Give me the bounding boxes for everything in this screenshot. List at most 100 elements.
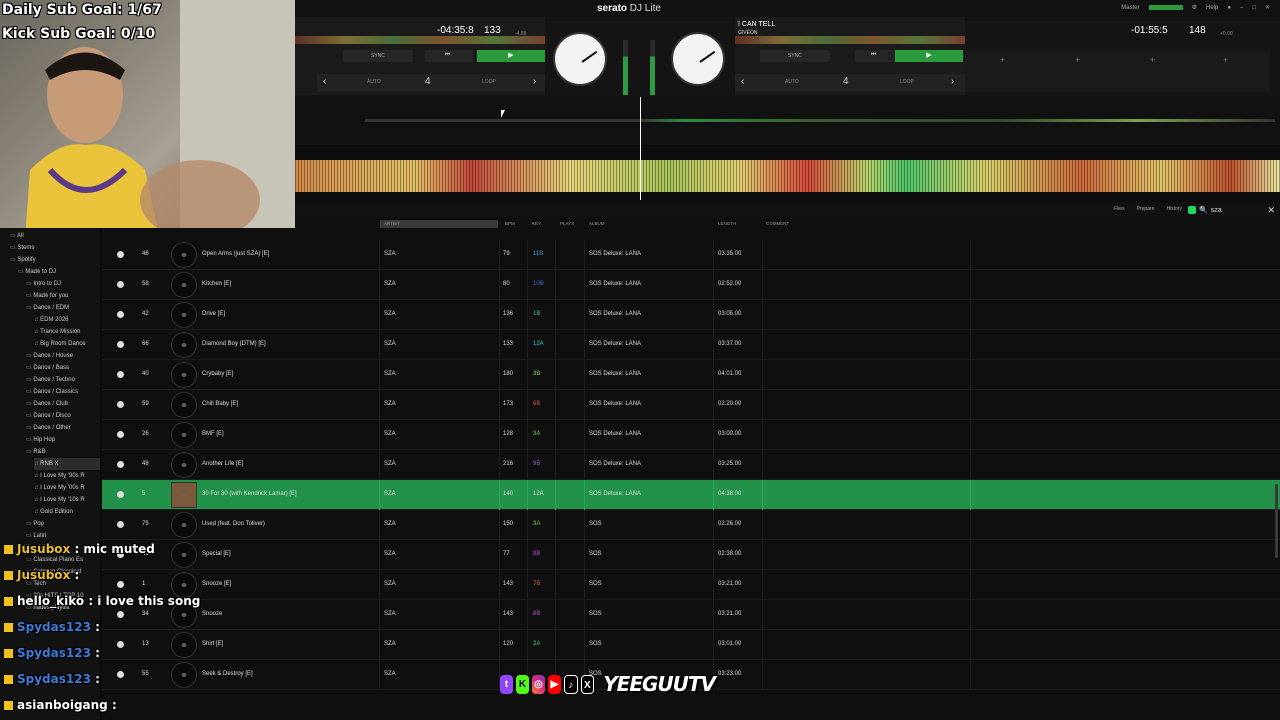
spotify-filter-icon[interactable]: [1188, 206, 1196, 214]
tab-files[interactable]: Files: [1114, 206, 1125, 212]
table-row[interactable]: 34 Snooze SZA 143 8B SOS 03:21.00: [102, 600, 1280, 630]
sidebar-item[interactable]: ▭ Spotify: [10, 254, 100, 266]
sidebar-item[interactable]: ▭ Intro to DJ: [26, 278, 100, 290]
table-row[interactable]: 58 Kitchen [E] SZA 80 10B SOS Deluxe: LANA 02:…: [102, 270, 1280, 300]
table-row[interactable]: 59 Chill Baby [E] SZA 173 6B SOS Deluxe: LANA…: [102, 390, 1280, 420]
deck-a-play-button[interactable]: ▶: [477, 50, 545, 62]
sidebar-item[interactable]: ♫ I Love My '00s R: [34, 482, 100, 494]
deck-a-cue-button[interactable]: ⏮: [425, 50, 473, 62]
settings-icon[interactable]: ⚙: [1192, 4, 1197, 11]
sidebar-item[interactable]: ♫ RNB X: [34, 458, 100, 470]
preview-icon[interactable]: [117, 401, 124, 408]
col-artist[interactable]: ARTIST: [384, 221, 400, 226]
chat-badge-icon: [4, 597, 13, 606]
col-plays[interactable]: PLAYS: [560, 221, 574, 226]
deck-a-jog-wheel[interactable]: [553, 32, 607, 86]
table-scrollbar[interactable]: [1275, 484, 1278, 558]
deck-b-loop-button[interactable]: LOOP: [900, 79, 914, 85]
preview-icon[interactable]: [117, 431, 124, 438]
sidebar-item[interactable]: ▭ Dance / House: [26, 350, 100, 362]
track-bpm: 136: [503, 311, 514, 317]
track-length: 02:52.00: [718, 281, 742, 287]
minimize-icon[interactable]: –: [1240, 5, 1243, 11]
table-row[interactable]: 1 Snooze [E] SZA 143 7B SOS 03:21.00: [102, 570, 1280, 600]
user-icon[interactable]: ●: [1227, 5, 1231, 11]
search-input[interactable]: sza: [1211, 207, 1222, 214]
track-title: Used (feat. Don Toliver): [202, 521, 265, 527]
sidebar-item[interactable]: ▭ Dance / Club: [26, 398, 100, 410]
sidebar-item[interactable]: ▭ Dance / Classics: [26, 386, 100, 398]
deck-b-play-button[interactable]: ▶: [895, 50, 963, 62]
deck-b-auto-loop[interactable]: AUTO: [785, 79, 799, 85]
deck-a-loop-button[interactable]: LOOP: [482, 79, 496, 85]
track-length: 03:21.00: [718, 611, 742, 617]
deck-a-prev-icon[interactable]: ‹: [323, 76, 326, 87]
deck-b-sync-button[interactable]: SYNC: [760, 50, 830, 62]
clear-search-icon[interactable]: ✕: [1267, 205, 1275, 216]
sidebar-item[interactable]: ♫ Big Room Dance: [34, 338, 100, 350]
deck-a-next-icon[interactable]: ›: [533, 76, 536, 87]
preview-icon[interactable]: [117, 461, 124, 468]
table-row[interactable]: 41 Special [E] SZA 77 8B SOS 02:38.00: [102, 540, 1280, 570]
twitch-icon: t: [500, 674, 513, 694]
sidebar-item[interactable]: ♫ EDM 2026: [34, 314, 100, 326]
search-box[interactable]: 🔍 sza: [1188, 205, 1258, 215]
sidebar-item[interactable]: ▭ Dance / Disco: [26, 410, 100, 422]
deck-b-jog-wheel[interactable]: [671, 32, 725, 86]
sidebar-item[interactable]: ▭ R&B: [26, 446, 100, 458]
sidebar-item[interactable]: ▭ Dance / Other: [26, 422, 100, 434]
sidebar-item[interactable]: ▭ Dance / EDM: [26, 302, 100, 314]
table-row[interactable]: 46 Open Arms (just SZA) [E] SZA 79 11B SOS De…: [102, 240, 1280, 270]
column-divider: [379, 270, 380, 300]
preview-icon[interactable]: [117, 311, 124, 318]
sidebar-item[interactable]: ▭ Hip Hop: [26, 434, 100, 446]
preview-icon[interactable]: [117, 521, 124, 528]
table-row[interactable]: 26 BMF [E] SZA 128 3A SOS Deluxe: LANA 03:00.0…: [102, 420, 1280, 450]
maximize-icon[interactable]: □: [1252, 5, 1256, 11]
preview-icon[interactable]: [117, 341, 124, 348]
preview-icon[interactable]: [117, 491, 124, 498]
tab-history[interactable]: History: [1166, 206, 1182, 212]
track-overview[interactable]: [295, 97, 1280, 142]
table-row[interactable]: 66 Diamond Boy (DTM) [E] SZA 133 12A SOS Delu…: [102, 330, 1280, 360]
col-key[interactable]: KEY: [532, 221, 541, 226]
sidebar-item[interactable]: ▭ All: [10, 230, 100, 242]
sidebar-item[interactable]: ♫ I Love My '10s R: [34, 494, 100, 506]
table-row[interactable]: 40 Crybaby [E] SZA 180 3B SOS Deluxe: LANA 04:…: [102, 360, 1280, 390]
table-row[interactable]: 13 Shirt [E] SZA 120 2A SOS 03:01.00: [102, 630, 1280, 660]
column-divider: [555, 360, 556, 390]
preview-icon[interactable]: [117, 371, 124, 378]
sidebar-item[interactable]: ♫ I Love My '90s R: [34, 470, 100, 482]
tab-prepare[interactable]: Prepare: [1137, 206, 1155, 212]
col-album[interactable]: ALBUM: [589, 221, 605, 226]
sidebar-item[interactable]: ▭ Dance / Bass: [26, 362, 100, 374]
sidebar-item[interactable]: ▭ Dance / Techno: [26, 374, 100, 386]
col-comment[interactable]: COMMENT: [766, 221, 789, 226]
preview-icon[interactable]: [117, 281, 124, 288]
deck-a-auto-loop[interactable]: AUTO: [367, 79, 381, 85]
col-length[interactable]: LENGTH: [718, 221, 736, 226]
column-divider: [970, 630, 971, 660]
sidebar-item[interactable]: ▭ Pop: [26, 518, 100, 530]
deck-a-time: -04:35:8: [437, 25, 474, 36]
sidebar-item[interactable]: ▭ Made to DJ: [18, 266, 100, 278]
deck-b-prev-icon[interactable]: ‹: [741, 76, 744, 87]
sidebar-item[interactable]: ▭ Made for you: [26, 290, 100, 302]
sampler-slots[interactable]: + + + +: [965, 50, 1270, 92]
table-row[interactable]: 75 Used (feat. Don Toliver) SZA 150 3A SOS 02:…: [102, 510, 1280, 540]
sidebar-item[interactable]: ♫ Trance Mission: [34, 326, 100, 338]
help-button[interactable]: Help: [1206, 5, 1218, 11]
sidebar-item[interactable]: ▭ Stems: [10, 242, 100, 254]
table-row[interactable]: 48 Another Life [E] SZA 216 9B SOS Deluxe: LA…: [102, 450, 1280, 480]
close-icon[interactable]: ✕: [1265, 4, 1270, 11]
deck-a-sync-button[interactable]: SYNC: [343, 50, 413, 62]
main-waveform[interactable]: [295, 145, 1280, 200]
table-row[interactable]: 42 Drive [E] SZA 136 1B SOS Deluxe: LANA 03:05…: [102, 300, 1280, 330]
deck-b-next-icon[interactable]: ›: [951, 76, 954, 87]
deck-b-cue-button[interactable]: ⏮: [855, 50, 895, 62]
preview-icon[interactable]: [117, 251, 124, 258]
col-bpm[interactable]: BPM: [505, 221, 515, 226]
table-row[interactable]: 5 30 For 30 (with Kendrick Lamar) [E] SZA 1…: [102, 480, 1280, 510]
column-divider: [379, 630, 380, 660]
sidebar-item[interactable]: ♫ Gold Edition: [34, 506, 100, 518]
